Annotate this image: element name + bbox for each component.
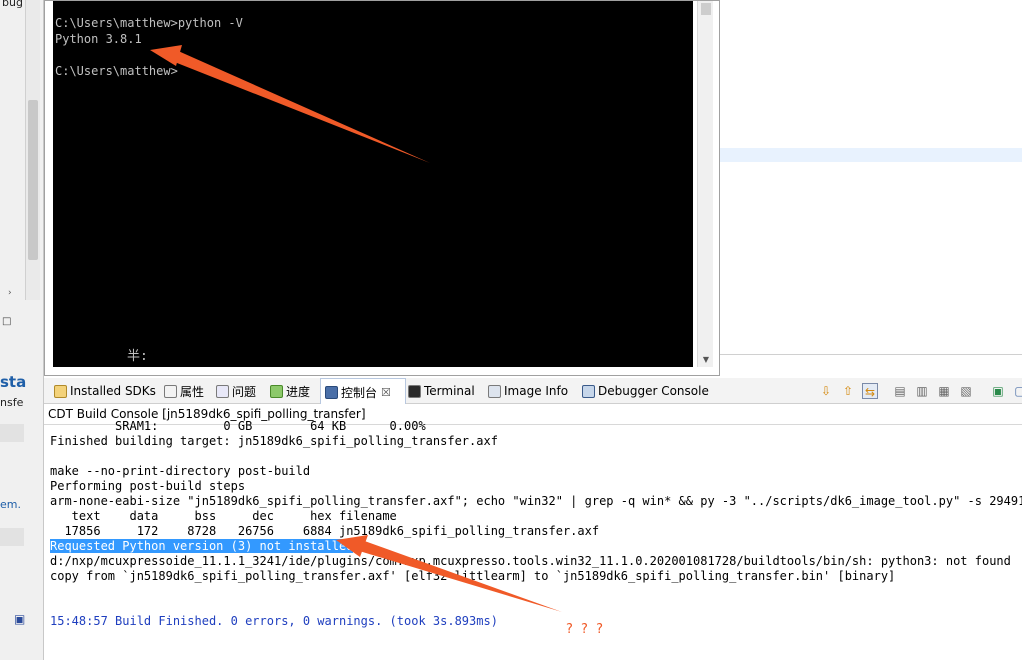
image-info-icon	[488, 384, 501, 398]
new-console-icon[interactable]: ▢	[1012, 383, 1022, 399]
console-line: d:/nxp/mcuxpressoide_11.1.1_3241/ide/plu…	[50, 554, 1011, 568]
left-panel-scroll-thumb[interactable]	[28, 100, 38, 260]
display-selected-console-icon[interactable]: ▦	[936, 383, 952, 399]
left-panel-text: bug	[2, 0, 23, 9]
scroll-down-icon[interactable]: ▼	[698, 353, 714, 367]
tab-label: 问题	[232, 384, 257, 399]
tab-debugger-console[interactable]: Debugger Console	[578, 378, 709, 404]
build-finished-line: 15:48:57 Build Finished. 0 errors, 0 war…	[50, 614, 498, 628]
close-icon[interactable]: ☒	[381, 386, 391, 399]
editor-divider	[720, 354, 1022, 355]
tab-label: Debugger Console	[598, 384, 709, 398]
ime-indicator: 半:	[127, 349, 148, 364]
tab-terminal[interactable]: Terminal	[404, 378, 475, 404]
pin-console-icon[interactable]: ▥	[914, 383, 930, 399]
console-icon	[325, 386, 338, 399]
annotation-question-marks: ? ? ?	[566, 622, 605, 637]
progress-icon	[270, 384, 283, 398]
tab-progress[interactable]: 进度	[266, 378, 310, 404]
console-output[interactable]: SRAM1: 0 GB 64 KB 0.00% Finished building…	[50, 419, 1022, 629]
left-panel-strip: bug › □ sta nsfe em. ▣	[0, 0, 44, 660]
tab-label: 控制台	[341, 386, 378, 400]
debugger-console-icon	[582, 384, 595, 398]
problems-icon	[216, 384, 229, 398]
console-line: make --no-print-directory post-build	[50, 464, 311, 478]
tab-label: 属性	[180, 384, 205, 399]
left-panel-heading: sta	[0, 373, 27, 391]
tab-properties[interactable]: 属性	[160, 378, 204, 404]
editor-area[interactable]	[720, 0, 1022, 376]
selected-text: Requested Python version (3) not install…	[50, 539, 354, 553]
left-panel-text: nsfe	[0, 396, 24, 409]
tab-problems[interactable]: 问题	[212, 378, 256, 404]
terminal-scroll-thumb[interactable]	[701, 3, 711, 15]
scroll-lock-up-icon[interactable]: ⇧	[840, 383, 856, 399]
terminal-line: C:\Users\matthew>python -V	[55, 16, 243, 30]
command-prompt-window[interactable]: C:\Users\matthew>python -V Python 3.8.1 …	[44, 0, 720, 376]
tab-installed-sdks[interactable]: Installed SDKs	[50, 378, 156, 404]
tab-label: Terminal	[424, 384, 475, 398]
editor-current-line	[720, 148, 1022, 162]
terminal-screen[interactable]: C:\Users\matthew>python -V Python 3.8.1 …	[53, 1, 693, 367]
scroll-lock-down-icon[interactable]: ⇩	[818, 383, 834, 399]
chevron-right-icon[interactable]: ›	[8, 288, 12, 298]
remove-console-icon[interactable]: ▧	[958, 383, 974, 399]
left-panel-link[interactable]: em.	[0, 498, 21, 511]
terminal-line: C:\Users\matthew>	[55, 64, 178, 78]
view-tab-bar: Installed SDKs 属性 问题 进度 控制台 ☒ Terminal I…	[44, 378, 1022, 406]
left-panel-row[interactable]	[0, 528, 24, 546]
clear-console-icon[interactable]: ▤	[892, 383, 908, 399]
tab-label: Installed SDKs	[70, 384, 156, 398]
console-line-selected: Requested Python version (3) not install…	[50, 539, 1022, 554]
tab-console[interactable]: 控制台 ☒	[320, 378, 406, 406]
installed-sdks-icon	[54, 384, 67, 398]
link-console-icon[interactable]: ⇆	[862, 383, 878, 399]
console-line: text data bss dec hex filename	[50, 509, 397, 523]
left-panel-scrollbar[interactable]	[25, 0, 40, 300]
terminal-icon	[408, 384, 421, 398]
tab-label: Image Info	[504, 384, 569, 398]
properties-icon	[164, 384, 177, 398]
terminal-line: Python 3.8.1	[55, 32, 142, 46]
minimize-icon[interactable]: □	[2, 316, 11, 327]
open-console-icon[interactable]: ▣	[990, 383, 1006, 399]
console-line: Finished building target: jn5189dk6_spif…	[50, 434, 498, 448]
console-line: SRAM1: 0 GB 64 KB 0.00%	[50, 419, 426, 433]
left-panel-row[interactable]	[0, 424, 24, 442]
console-line: arm-none-eabi-size "jn5189dk6_spifi_poll…	[50, 494, 1022, 508]
tab-image-info[interactable]: Image Info	[484, 378, 568, 404]
left-panel-icon[interactable]: ▣	[14, 612, 25, 626]
console-line: copy from `jn5189dk6_spifi_polling_trans…	[50, 569, 896, 583]
console-line: 17856 172 8728 26756 6884 jn5189dk6_spif…	[50, 524, 600, 538]
tab-label: 进度	[286, 384, 311, 399]
console-line: Performing post-build steps	[50, 479, 246, 493]
terminal-scrollbar[interactable]: ▲ ▼	[697, 1, 713, 367]
